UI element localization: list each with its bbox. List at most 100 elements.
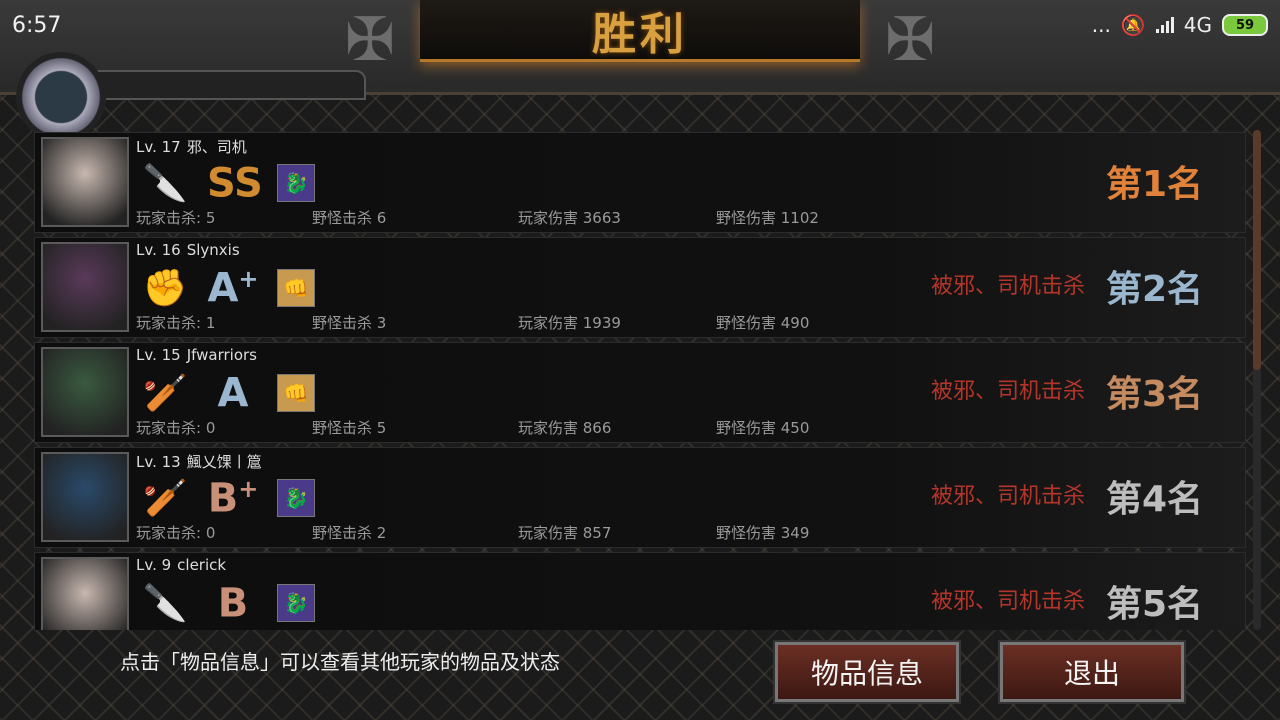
player-icons: 🔪 SS 🐉 xyxy=(141,159,315,207)
player-level-name: Lv. 16 Slynxis xyxy=(136,241,240,259)
player-level: Lv. 16 xyxy=(136,241,181,259)
player-stats: 玩家击杀: 5 野怪击杀 6 玩家伤害 3663 野怪伤害 1102 xyxy=(136,207,896,228)
grade-badge: B+ xyxy=(207,475,259,521)
player-icons: ✊ A+ 👊 xyxy=(141,264,315,312)
monster-damage: 野怪伤害 349 xyxy=(716,524,810,542)
portrait-image xyxy=(43,139,127,225)
player-level: Lv. 17 xyxy=(136,138,181,156)
grade-letter: A xyxy=(207,265,239,312)
player-icons: 🔪 B 🐉 xyxy=(141,579,315,627)
monster-damage: 野怪伤害 1102 xyxy=(716,209,819,227)
player-name: 鯴乂馃丨簄 xyxy=(186,453,262,471)
player-row[interactable]: Lv. 15 Jfwarriors 🏏 A 👊 玩家击杀: 0 野怪击杀 5 玩家… xyxy=(34,342,1246,443)
status-bar: 6:57 ... 🔕 4G 59 xyxy=(0,0,1280,50)
monster-damage: 野怪伤害 490 xyxy=(716,314,810,332)
player-icons: 🏏 B+ 🐉 xyxy=(141,474,315,522)
player-stats: 玩家击杀: 1 野怪击杀 3 玩家伤害 1939 野怪伤害 490 xyxy=(136,312,896,333)
fist-skill-icon: 👊 xyxy=(277,374,315,412)
player-header-plate xyxy=(96,70,366,100)
ranking-list[interactable]: Lv. 17 邪、司机 🔪 SS 🐉 玩家击杀: 5 野怪击杀 6 玩家伤害 36… xyxy=(34,132,1246,630)
grade-letter: B xyxy=(207,475,239,522)
dragon-skill-icon: 🐉 xyxy=(277,164,315,202)
dragon-skill-icon: 🐉 xyxy=(277,584,315,622)
player-name: Jfwarriors xyxy=(186,346,258,364)
rank-label: 第3名 xyxy=(1105,374,1203,415)
mute-bell-icon: 🔕 xyxy=(1120,13,1146,37)
player-name: 邪、司机 xyxy=(186,138,247,156)
fist-skill-icon: 👊 xyxy=(277,269,315,307)
player-portrait[interactable] xyxy=(41,557,129,630)
player-portrait[interactable] xyxy=(41,137,129,227)
scroll-thumb[interactable] xyxy=(1253,130,1261,370)
player-row[interactable]: Lv. 17 邪、司机 🔪 SS 🐉 玩家击杀: 5 野怪击杀 6 玩家伤害 36… xyxy=(34,132,1246,233)
player-kills: 玩家击杀: 1 xyxy=(136,314,216,332)
grade-letter: SS xyxy=(207,160,263,207)
ranking-scrollbar[interactable] xyxy=(1253,130,1261,630)
fist-icon: ✊ xyxy=(142,268,188,309)
bat-icon: 🏏 xyxy=(142,373,188,414)
portrait-image xyxy=(43,454,127,540)
bat-icon: 🏏 xyxy=(142,478,188,519)
player-name: Slynxis xyxy=(186,241,240,259)
grade-plus: + xyxy=(238,264,259,293)
grade-letter: A xyxy=(217,370,249,417)
player-kills: 玩家击杀: 0 xyxy=(136,419,216,437)
portrait-image xyxy=(43,559,127,630)
network-type: 4G xyxy=(1183,13,1212,37)
player-level: Lv. 13 xyxy=(136,453,181,471)
dragon-skill-icon: 🐉 xyxy=(277,479,315,517)
player-level-name: Lv. 13 鯴乂馃丨簄 xyxy=(136,451,262,472)
status-icons: ... 🔕 4G 59 xyxy=(1092,13,1268,37)
player-level-name: Lv. 15 Jfwarriors xyxy=(136,346,257,364)
killed-by-text: 被邪、司机击杀 xyxy=(930,274,1085,299)
player-row[interactable]: Lv. 16 Slynxis ✊ A+ 👊 玩家击杀: 1 野怪击杀 3 玩家伤害… xyxy=(34,237,1246,338)
grade-badge: A+ xyxy=(207,265,259,311)
portrait-image xyxy=(43,244,127,330)
player-damage: 玩家伤害 3663 xyxy=(518,209,621,227)
killed-by-text: 被邪、司机击杀 xyxy=(930,589,1085,614)
monster-kills: 野怪击杀 5 xyxy=(312,419,387,437)
player-portrait[interactable] xyxy=(41,242,129,332)
killed-by-text: 被邪、司机击杀 xyxy=(930,484,1085,509)
player-stats: 玩家击杀: 0 野怪击杀 2 玩家伤害 857 野怪伤害 349 xyxy=(136,522,896,543)
rank-label: 第5名 xyxy=(1105,584,1203,625)
player-level: Lv. 15 xyxy=(136,346,181,364)
grade-letter: B xyxy=(217,580,249,627)
footer: 点击「物品信息」可以查看其他玩家的物品及状态 物品信息 退出 xyxy=(0,630,1280,720)
exit-button[interactable]: 退出 xyxy=(998,640,1186,704)
knife-icon: 🔪 xyxy=(142,163,188,204)
clock: 6:57 xyxy=(12,12,62,38)
player-level-name: Lv. 17 邪、司机 xyxy=(136,136,247,157)
killed-by-text: 被邪、司机击杀 xyxy=(930,379,1085,404)
player-avatar-ring xyxy=(16,52,106,142)
monster-kills: 野怪击杀 3 xyxy=(312,314,387,332)
player-row[interactable]: Lv. 13 鯴乂馃丨簄 🏏 B+ 🐉 玩家击杀: 0 野怪击杀 2 玩家伤害 8… xyxy=(34,447,1246,548)
more-dots-icon: ... xyxy=(1091,13,1111,37)
monster-damage: 野怪伤害 450 xyxy=(716,419,810,437)
battery-icon: 59 xyxy=(1222,14,1268,36)
grade-badge: SS xyxy=(207,160,263,206)
player-kills: 玩家击杀: 0 xyxy=(136,524,216,542)
player-damage: 玩家伤害 857 xyxy=(518,524,612,542)
player-damage: 玩家伤害 866 xyxy=(518,419,612,437)
player-row[interactable]: Lv. 9 clerick 🔪 B 🐉 被邪、司机击杀 第5名 xyxy=(34,552,1246,630)
knife-icon: 🔪 xyxy=(142,583,188,624)
grade-plus: + xyxy=(238,474,259,503)
player-portrait[interactable] xyxy=(41,452,129,542)
player-stats: 玩家击杀: 0 野怪击杀 5 玩家伤害 866 野怪伤害 450 xyxy=(136,417,896,438)
monster-kills: 野怪击杀 6 xyxy=(312,209,387,227)
rank-label: 第1名 xyxy=(1105,164,1203,205)
player-name: clerick xyxy=(177,556,227,574)
battery-level: 59 xyxy=(1235,17,1255,33)
player-damage: 玩家伤害 1939 xyxy=(518,314,621,332)
rank-label: 第4名 xyxy=(1105,479,1203,520)
player-level: Lv. 9 xyxy=(136,556,172,574)
grade-badge: A xyxy=(207,370,259,416)
monster-kills: 野怪击杀 2 xyxy=(312,524,387,542)
player-portrait[interactable] xyxy=(41,347,129,437)
player-icons: 🏏 A 👊 xyxy=(141,369,315,417)
signal-icon xyxy=(1155,17,1174,33)
item-info-button[interactable]: 物品信息 xyxy=(773,640,961,704)
rank-label: 第2名 xyxy=(1105,269,1203,310)
player-kills: 玩家击杀: 5 xyxy=(136,209,216,227)
